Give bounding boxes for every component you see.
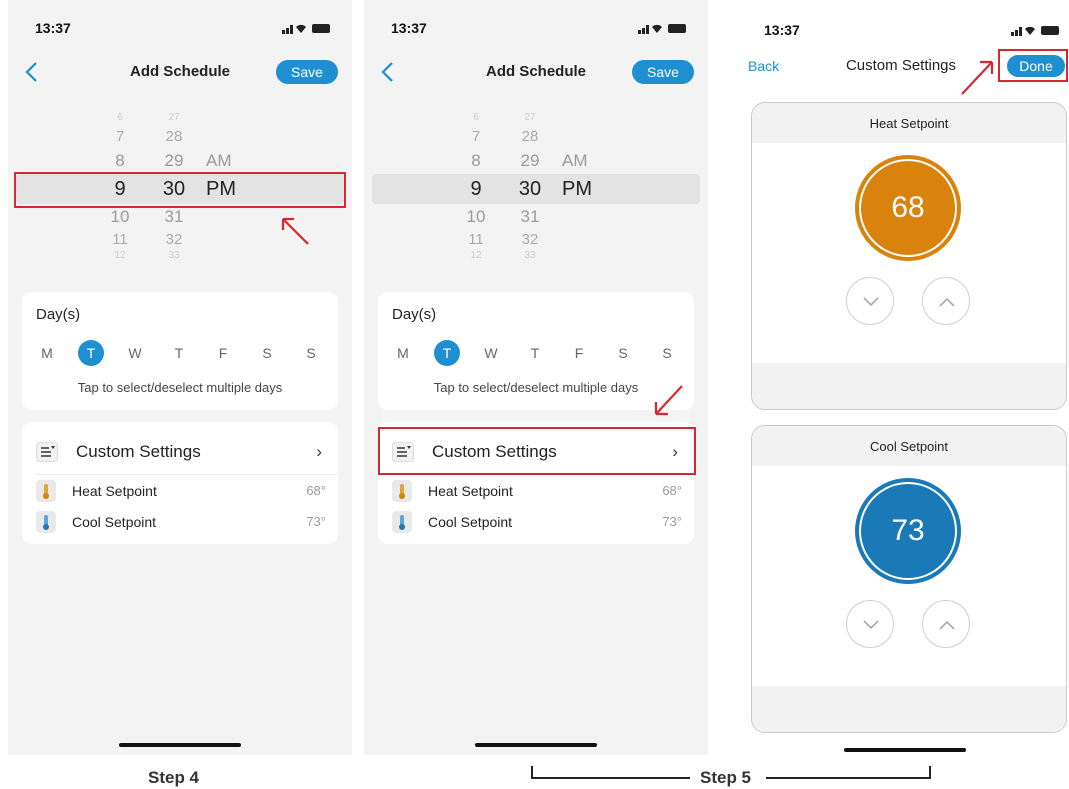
heat-setpoint-value: 68°: [662, 483, 682, 498]
chevron-down-icon: [863, 297, 879, 307]
day-saturday[interactable]: S: [610, 340, 636, 366]
picker-row-selected[interactable]: 9 30 PM: [364, 178, 708, 200]
day-sunday[interactable]: S: [654, 340, 680, 366]
cool-setpoint-value: 73°: [662, 514, 682, 529]
day-tuesday-selected[interactable]: T: [78, 340, 104, 366]
custom-settings-label: Custom Settings: [76, 442, 201, 461]
heat-setpoint-label: Heat Setpoint: [72, 483, 157, 499]
day-selector[interactable]: M T W T F S S: [34, 340, 328, 366]
day-sunday[interactable]: S: [298, 340, 324, 366]
step-5-label: Step 5: [700, 768, 752, 787]
home-indicator: [119, 743, 241, 747]
picker-row[interactable]: 7 28: [8, 128, 352, 148]
chevron-down-icon: [863, 620, 879, 630]
save-button[interactable]: Save: [632, 60, 694, 84]
heat-setpoint-row: Heat Setpoint 68°: [36, 480, 326, 502]
cool-setpoint-card: Cool Setpoint 73: [751, 425, 1067, 733]
custom-settings-card: Custom Settings › Heat Setpoint 68° Cool…: [378, 422, 694, 544]
picker-row[interactable]: 11 32: [8, 231, 352, 251]
done-button[interactable]: Done: [1007, 55, 1065, 77]
status-icons: [1011, 24, 1063, 36]
chevron-right-icon: ›: [672, 442, 678, 461]
cool-setpoint-value: 73: [891, 514, 925, 547]
day-monday[interactable]: M: [390, 340, 416, 366]
day-friday[interactable]: F: [210, 340, 236, 366]
day-friday[interactable]: F: [566, 340, 592, 366]
cool-setpoint-title: Cool Setpoint: [752, 426, 1066, 466]
picker-row[interactable]: 11 32: [364, 231, 708, 251]
custom-settings-screen: 13:37 Back Custom Settings Done Heat Set…: [740, 0, 1069, 758]
days-card: Day(s) M T W T F S S Tap to select/desel…: [22, 292, 338, 410]
step-4-label: Step 4: [148, 768, 200, 787]
day-monday[interactable]: M: [34, 340, 60, 366]
cool-setpoint-label: Cool Setpoint: [72, 514, 157, 530]
status-time: 13:37: [764, 22, 800, 38]
day-tuesday-selected[interactable]: T: [434, 340, 460, 366]
custom-settings-row[interactable]: Custom Settings ›: [378, 432, 694, 472]
add-schedule-screen-step4: 13:37 Add Schedule Save 6 27 7 28 8 29 AM 93…: [8, 0, 352, 755]
days-card: Day(s) M T W T F S S Tap to select/desel…: [378, 292, 694, 410]
heat-increase-button[interactable]: [922, 277, 970, 325]
settings-list-icon: [392, 442, 414, 462]
status-icons: [282, 22, 334, 34]
picker-row[interactable]: 7 28: [364, 128, 708, 148]
card-footer: [752, 363, 1066, 409]
heat-setpoint-value: 68°: [306, 483, 326, 498]
cool-setpoint-row: Cool Setpoint 73°: [36, 511, 326, 533]
picker-row[interactable]: 8 29 AM: [364, 151, 708, 171]
heat-decrease-button[interactable]: [846, 277, 894, 325]
picker-row[interactable]: 10 31: [364, 207, 708, 227]
custom-settings-label: Custom Settings: [432, 442, 557, 461]
heat-setpoint-value: 68: [891, 191, 925, 224]
picker-row[interactable]: 10 31: [8, 207, 352, 227]
cool-setpoint-value: 73°: [306, 514, 326, 529]
home-indicator: [475, 743, 597, 747]
day-thursday[interactable]: T: [166, 340, 192, 366]
day-wednesday[interactable]: W: [122, 340, 148, 366]
cool-setpoint-label: Cool Setpoint: [428, 514, 513, 530]
chevron-up-icon: [939, 620, 955, 630]
heat-setpoint-dial: 68: [855, 155, 961, 261]
thermometer-cool-icon: [392, 511, 412, 533]
custom-settings-card: Custom Settings › Heat Setpoint 68° Cool…: [22, 422, 338, 544]
thermometer-heat-icon: [392, 480, 412, 502]
time-picker[interactable]: 6 27 7 28 8 29 AM 9 30 PM 10 31 11 32 12 33: [364, 108, 708, 268]
heat-setpoint-label: Heat Setpoint: [428, 483, 513, 499]
chevron-up-icon: [939, 297, 955, 307]
day-wednesday[interactable]: W: [478, 340, 504, 366]
picker-row[interactable]: 8 29 AM: [8, 151, 352, 171]
thermometer-cool-icon: [36, 511, 56, 533]
status-icons: [638, 22, 690, 34]
time-picker[interactable]: 6 27 7 28 8 29 AM 9 30 PM 10 31 11 32 12 33: [8, 108, 352, 268]
cool-increase-button[interactable]: [922, 600, 970, 648]
settings-list-icon: [36, 442, 58, 462]
custom-settings-row[interactable]: Custom Settings ›: [22, 432, 338, 472]
day-selector[interactable]: M T W T F S S: [390, 340, 684, 366]
days-hint: Tap to select/deselect multiple days: [433, 380, 639, 395]
divider: [392, 474, 694, 475]
picker-row-selected[interactable]: 9 30 PM: [8, 178, 352, 200]
day-saturday[interactable]: S: [254, 340, 280, 366]
day-thursday[interactable]: T: [522, 340, 548, 366]
picker-row[interactable]: 12 33: [8, 250, 352, 270]
heat-setpoint-row: Heat Setpoint 68°: [392, 480, 682, 502]
days-title: Day(s): [392, 306, 437, 323]
card-footer: [752, 686, 1066, 732]
picker-row[interactable]: 12 33: [364, 250, 708, 270]
cool-decrease-button[interactable]: [846, 600, 894, 648]
divider: [36, 474, 338, 475]
chevron-right-icon: ›: [316, 442, 322, 461]
status-time: 13:37: [35, 20, 71, 36]
cool-setpoint-row: Cool Setpoint 73°: [392, 511, 682, 533]
heat-setpoint-title: Heat Setpoint: [752, 103, 1066, 143]
add-schedule-screen-step5: 13:37 Add Schedule Save 6 27 7 28 8 29 AM 93…: [364, 0, 708, 755]
home-indicator: [843, 748, 966, 752]
days-hint: Tap to select/deselect multiple days: [77, 380, 283, 395]
thermometer-heat-icon: [36, 480, 56, 502]
days-title: Day(s): [36, 306, 81, 323]
save-button[interactable]: Save: [276, 60, 338, 84]
heat-setpoint-card: Heat Setpoint 68: [751, 102, 1067, 410]
cool-setpoint-dial: 73: [855, 478, 961, 584]
status-time: 13:37: [391, 20, 427, 36]
